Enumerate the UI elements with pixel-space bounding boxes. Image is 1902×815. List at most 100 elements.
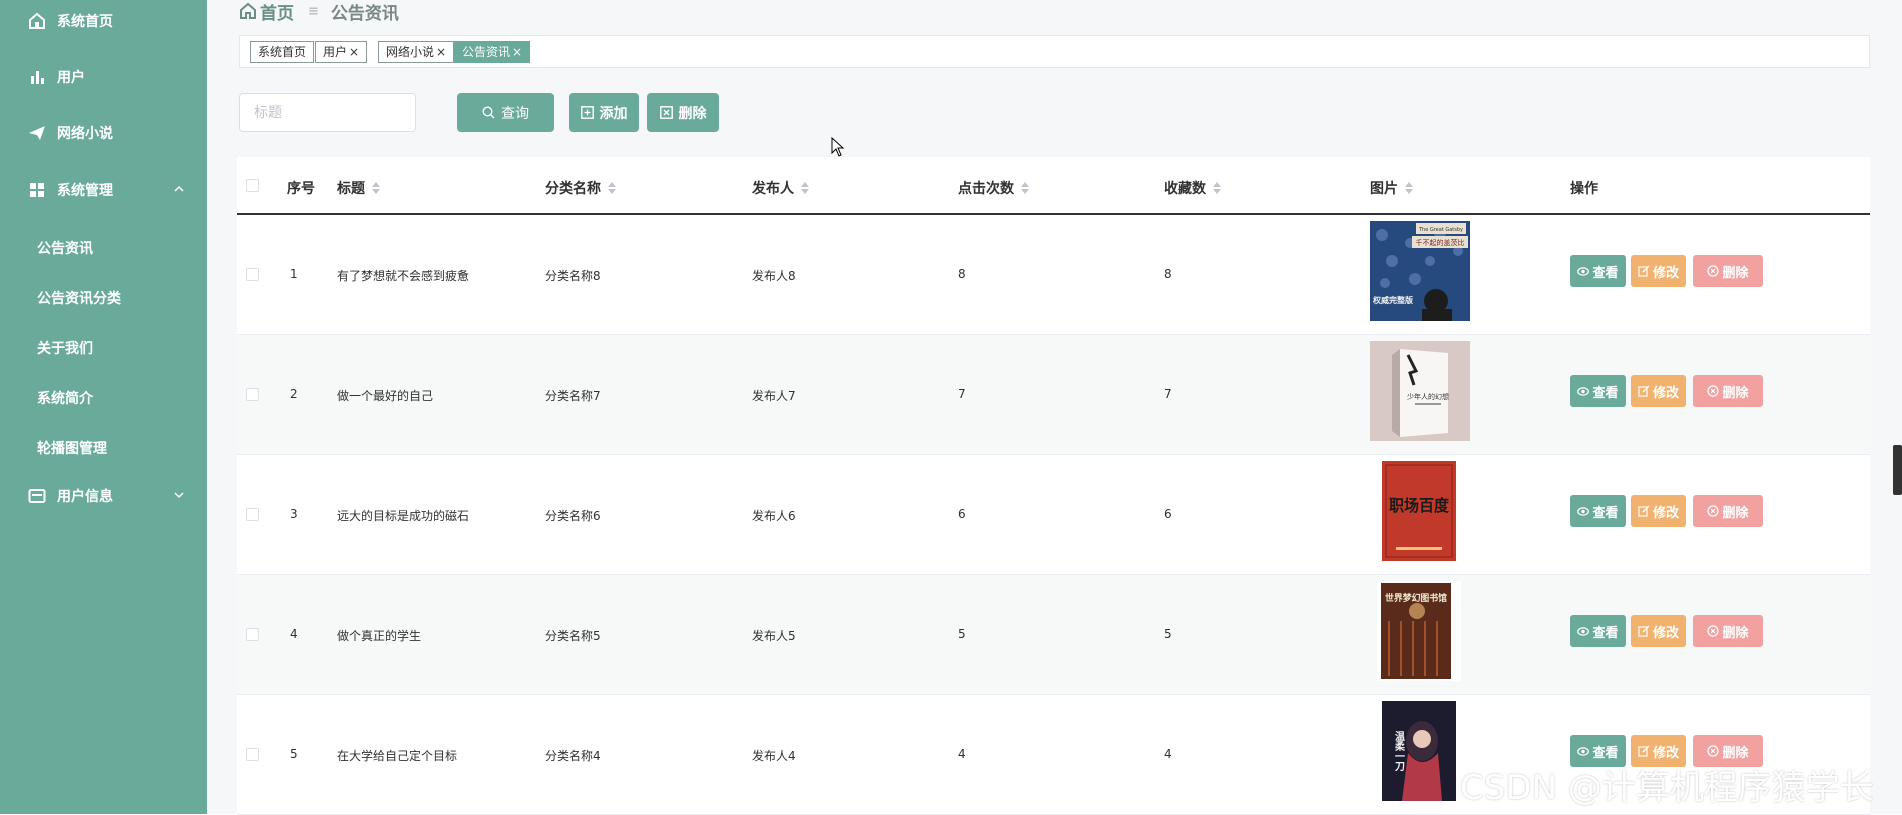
- cell-favorites: 5: [1164, 627, 1172, 641]
- nav-label: 用户信息: [57, 489, 113, 505]
- title-search-input[interactable]: [239, 93, 416, 132]
- view-button-label: 查看: [1592, 745, 1619, 761]
- sidebar-item-system-intro[interactable]: 系统简介: [0, 382, 207, 412]
- edit-icon: [1638, 265, 1650, 277]
- sub-label: 公告资讯分类: [37, 291, 121, 307]
- edit-button-label: 修改: [1652, 385, 1679, 401]
- column-header-label: 点击次数: [958, 181, 1014, 197]
- delete-button[interactable]: 删除: [1693, 255, 1763, 287]
- edit-button[interactable]: 修改: [1631, 615, 1686, 647]
- column-header-label: 操作: [1570, 181, 1598, 197]
- home-icon: [29, 13, 45, 29]
- close-icon[interactable]: ×: [349, 45, 359, 59]
- breadcrumb-home[interactable]: 首页: [260, 0, 294, 24]
- tag-home[interactable]: 系统首页: [250, 41, 315, 63]
- edit-button-label: 修改: [1652, 265, 1679, 281]
- close-circle-icon: [1707, 505, 1720, 517]
- sidebar-item-announcement-categories[interactable]: 公告资讯分类: [0, 282, 207, 312]
- cell-index: 4: [290, 627, 298, 641]
- search-button[interactable]: 查询: [457, 93, 554, 132]
- nav-item-system-management[interactable]: 系统管理: [0, 175, 207, 205]
- grid-icon: [30, 183, 44, 197]
- row-checkbox[interactable]: [246, 628, 259, 641]
- delete-button-label: 删除: [1722, 745, 1749, 761]
- close-circle-icon: [1707, 385, 1720, 397]
- breadcrumb-current: 公告资讯: [330, 3, 399, 24]
- cell-category: 分类名称6: [545, 509, 601, 523]
- view-button[interactable]: 查看: [1570, 615, 1626, 647]
- row-checkbox[interactable]: [246, 748, 259, 761]
- tag-users[interactable]: 用户 ×: [315, 41, 368, 63]
- add-button[interactable]: 添加: [569, 93, 639, 132]
- cell-category: 分类名称8: [545, 269, 601, 283]
- sort-icon[interactable]: [1405, 181, 1413, 195]
- watermark: CSDN @计算机程序猿学长: [1460, 768, 1874, 808]
- delete-button[interactable]: 删除: [1693, 495, 1763, 527]
- delete-button[interactable]: 删除: [1693, 615, 1763, 647]
- row-checkbox[interactable]: [246, 388, 259, 401]
- column-header-image[interactable]: 图片: [1370, 178, 1413, 198]
- close-icon[interactable]: ×: [512, 45, 522, 59]
- search-button-label: 查询: [501, 105, 529, 122]
- sidebar-item-carousel[interactable]: 轮播图管理: [0, 432, 207, 462]
- column-header-category[interactable]: 分类名称: [545, 178, 616, 198]
- nav-item-home[interactable]: 系统首页: [0, 6, 207, 36]
- delete-button-label: 删除: [1722, 385, 1749, 401]
- tag-announcements[interactable]: 公告资讯 ×: [454, 41, 531, 63]
- view-button[interactable]: 查看: [1570, 495, 1626, 527]
- sort-icon[interactable]: [1021, 181, 1029, 195]
- cell-category: 分类名称5: [545, 629, 601, 643]
- column-header-favorites[interactable]: 收藏数: [1164, 178, 1221, 198]
- nav-item-user-info[interactable]: 用户信息: [0, 481, 207, 511]
- row-checkbox[interactable]: [246, 268, 259, 281]
- search-icon: [482, 106, 495, 119]
- cell-publisher: 发布人6: [752, 509, 796, 523]
- eye-icon: [1577, 506, 1590, 516]
- nav-item-users[interactable]: 用户: [0, 62, 207, 92]
- column-header-title[interactable]: 标题: [337, 178, 380, 198]
- cell-clicks: 4: [958, 747, 966, 761]
- sidebar: 系统首页 用户 网络小说 系统管理 公告资讯 公告资讯分类 关于我们 系统简介 …: [0, 0, 207, 814]
- scrollbar-thumb[interactable]: [1893, 445, 1902, 495]
- column-header-label: 图片: [1370, 181, 1398, 197]
- cell-clicks: 6: [958, 507, 966, 521]
- nav-label: 系统首页: [57, 14, 113, 30]
- edit-button[interactable]: 修改: [1631, 495, 1686, 527]
- cell-title: 远大的目标是成功的磁石: [337, 509, 470, 523]
- sort-icon[interactable]: [372, 181, 380, 195]
- sidebar-item-about-us[interactable]: 关于我们: [0, 332, 207, 362]
- select-all-checkbox[interactable]: [246, 179, 259, 192]
- cell-index: 3: [290, 507, 298, 521]
- cell-title: 在大学给自己定个目标: [337, 749, 458, 763]
- view-button[interactable]: 查看: [1570, 375, 1626, 407]
- delete-button[interactable]: 删除: [1693, 375, 1763, 407]
- view-button[interactable]: 查看: [1570, 255, 1626, 287]
- sort-icon[interactable]: [608, 181, 616, 195]
- column-header-publisher[interactable]: 发布人: [752, 178, 809, 198]
- sidebar-item-announcements[interactable]: 公告资讯: [0, 232, 207, 262]
- batch-delete-button[interactable]: 删除: [647, 93, 719, 132]
- cell-category: 分类名称7: [545, 389, 601, 403]
- chevron-up-icon: [174, 185, 184, 192]
- cover-tag: 权威完整版: [1372, 295, 1413, 305]
- cell-publisher: 发布人8: [752, 269, 796, 283]
- tag-label: 公告资讯: [462, 45, 511, 59]
- row-checkbox[interactable]: [246, 508, 259, 521]
- close-icon[interactable]: ×: [436, 45, 446, 59]
- edit-button[interactable]: 修改: [1631, 255, 1686, 287]
- id-card-icon: [28, 489, 46, 503]
- breadcrumb: 首页 ≡ 公告资讯: [239, 0, 399, 24]
- sort-icon[interactable]: [801, 181, 809, 195]
- column-header-clicks[interactable]: 点击次数: [958, 178, 1029, 198]
- tag-novels[interactable]: 网络小说 ×: [378, 41, 455, 63]
- mouse-cursor-icon: [831, 137, 845, 157]
- sort-icon[interactable]: [1213, 181, 1221, 195]
- book-cover-image: 千不起的盖茨比 The Great Gatsby 权威完整版: [1370, 221, 1470, 321]
- home-icon[interactable]: [239, 2, 257, 20]
- announcements-table: 序号 标题 分类名称 发布人 点击次数 收藏数 图片 操作 1 有了梦想就不会感…: [237, 157, 1870, 815]
- nav-item-novels[interactable]: 网络小说: [0, 118, 207, 148]
- column-header-actions: 操作: [1570, 178, 1598, 198]
- add-button-label: 添加: [599, 105, 628, 122]
- delete-button-label: 删除: [1722, 265, 1749, 281]
- edit-button[interactable]: 修改: [1631, 375, 1686, 407]
